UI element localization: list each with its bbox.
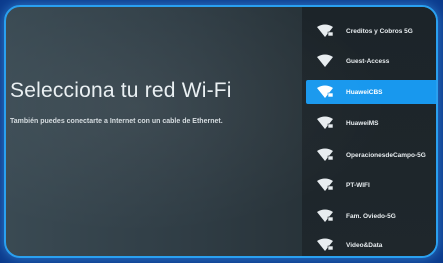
network-item-selected[interactable]: HuaweiCBS [306, 80, 436, 104]
network-name: Fam. Oviedo-5G [346, 212, 396, 220]
network-name: HuaweiCBS [346, 88, 383, 96]
wifi-icon [317, 54, 333, 67]
network-name: HuaweiMS [346, 119, 379, 127]
network-item[interactable]: Creditos y Cobros 5G [306, 19, 436, 43]
wifi-lock-icon [317, 238, 334, 251]
network-name: OperacionesdeCampo-5G [346, 151, 426, 159]
network-item[interactable]: PT-WIFI [306, 173, 436, 197]
network-item[interactable]: Guest-Access [306, 49, 436, 73]
network-item[interactable]: OperacionesdeCampo-5G [306, 143, 436, 167]
network-name: PT-WIFI [346, 181, 370, 189]
network-item[interactable]: Video&Data [306, 233, 436, 256]
network-item[interactable]: Fam. Oviedo-5G [306, 204, 436, 228]
wifi-lock-icon [317, 24, 334, 37]
wifi-lock-icon [317, 209, 334, 222]
wifi-lock-icon [317, 85, 334, 98]
page-title: Selecciona tu red Wi-Fi [10, 79, 232, 102]
network-item[interactable]: HuaweiMS [306, 111, 436, 135]
wifi-lock-icon [317, 178, 334, 191]
wifi-lock-icon [317, 148, 334, 161]
wifi-lock-icon [317, 116, 334, 129]
page-subtitle: También puedes conectarte a Internet con… [10, 118, 223, 125]
tv-screen: Selecciona tu red Wi-Fi También puedes c… [4, 5, 438, 258]
network-list: Creditos y Cobros 5G Guest-Access Huawei… [302, 7, 436, 256]
network-name: Video&Data [346, 241, 383, 249]
network-name: Guest-Access [346, 57, 390, 65]
network-name: Creditos y Cobros 5G [346, 27, 413, 35]
